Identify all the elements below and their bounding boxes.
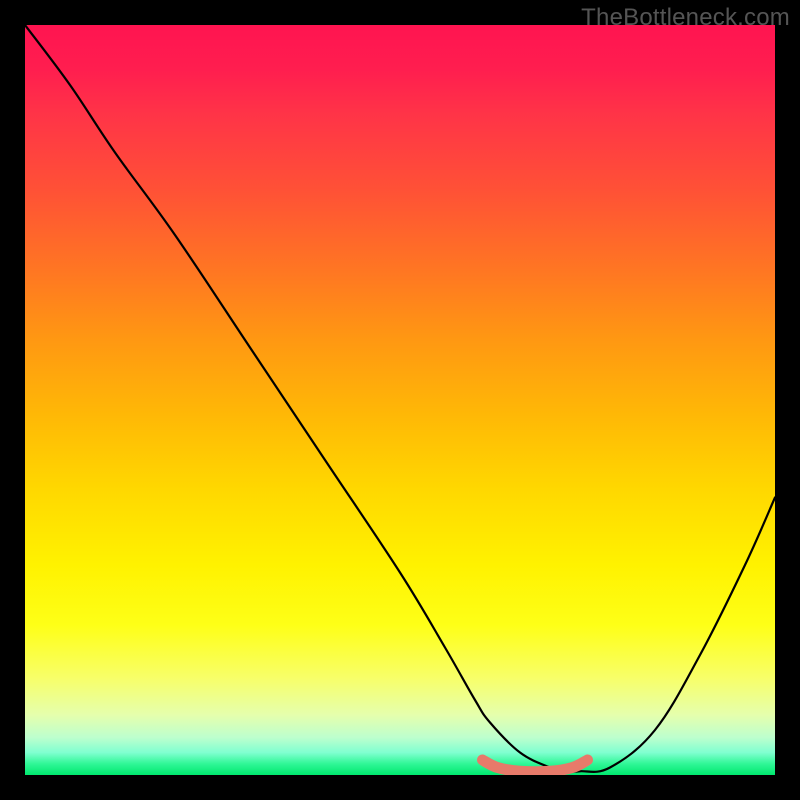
chart-plot-area bbox=[25, 25, 775, 775]
bottleneck-curve bbox=[25, 25, 775, 772]
chart-svg bbox=[25, 25, 775, 775]
watermark-text: TheBottleneck.com bbox=[581, 4, 790, 32]
